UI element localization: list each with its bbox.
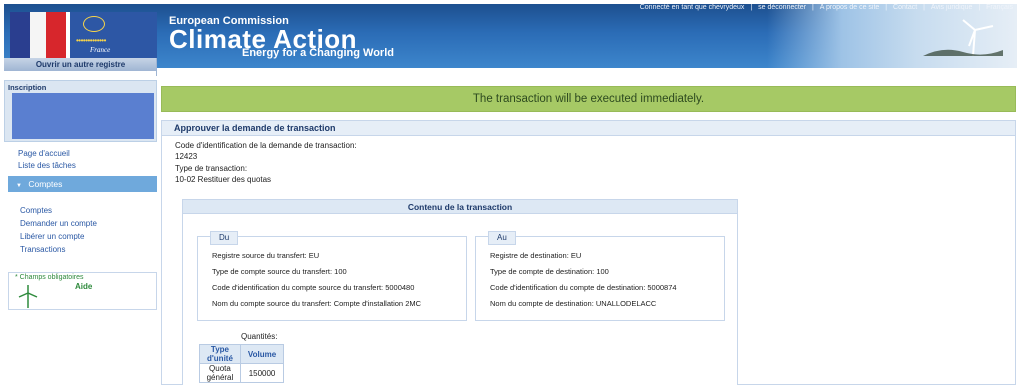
source-tag: Du — [210, 231, 239, 245]
separator: | — [885, 4, 888, 11]
login-info-box: Inscription — [4, 80, 157, 142]
volume-cell: 150000 — [239, 363, 285, 383]
volume-header: Volume — [239, 344, 285, 364]
nav-request-account-link[interactable]: Demander un compte — [4, 217, 157, 230]
nav-home-link[interactable]: Page d'accueil — [4, 148, 157, 160]
unit-type-header: Type d'unité — [199, 344, 241, 364]
nav-transactions-link[interactable]: Transactions — [4, 243, 157, 256]
table-row: Quota général 150000 — [199, 363, 285, 383]
main-content: The transaction will be executed immedia… — [160, 62, 1017, 385]
panel-title: Approuver la demande de transaction — [162, 121, 1015, 136]
source-account-name: Nom du compte source du transfert: Compt… — [212, 299, 422, 308]
comptes-section-toggle[interactable]: ▼ Comptes — [8, 176, 157, 192]
separator: | — [750, 4, 753, 11]
destination-party-box: Au Registre de destination: EU Type de c… — [475, 231, 725, 321]
accounts-nav: Comptes Demander un compte Libérer un co… — [4, 204, 157, 256]
nav-release-account-link[interactable]: Libérer un compte — [4, 230, 157, 243]
separator: | — [811, 4, 814, 11]
contact-link[interactable]: Contact — [893, 4, 917, 11]
info-banner: The transaction will be executed immedia… — [161, 86, 1016, 112]
source-account-type: Type de compte source du transfert: 100 — [212, 267, 347, 276]
wind-turbine-icon — [18, 285, 38, 308]
sidebar: Inscription Page d'accueil Liste des tâc… — [4, 76, 157, 385]
destination-tag: Au — [488, 231, 516, 245]
comptes-section-label: Comptes — [28, 179, 63, 189]
help-box: * Champs obligatoires Aide — [8, 272, 157, 310]
quantities-table: Type d'unité Volume Quota général 150000 — [199, 344, 285, 383]
quantities-label: Quantités: — [241, 332, 278, 341]
main-nav: Page d'accueil Liste des tâches — [4, 148, 157, 172]
legal-notice-link[interactable]: Avis juridique — [931, 4, 973, 11]
open-other-register-button[interactable]: Ouvrir un autre registre — [4, 58, 157, 71]
separator: | — [978, 4, 981, 11]
country-label: France — [90, 46, 111, 54]
language-link[interactable]: Français — [986, 4, 1013, 11]
unit-type-cell: Quota général — [199, 363, 241, 383]
country-flag-logo: ••••••••••••• France — [10, 12, 157, 58]
request-id-label: Code d'identification de la demande de t… — [175, 141, 357, 150]
destination-account-id: Code d'identification du compte de desti… — [490, 283, 677, 292]
transaction-type-value: 10-02 Restituer des quotas — [175, 175, 272, 184]
request-id-value: 12423 — [175, 152, 198, 161]
separator: | — [923, 4, 925, 11]
transaction-type-label: Type de transaction: — [175, 164, 248, 173]
app-tagline: Energy for a Changing World — [242, 47, 394, 59]
destination-registry: Registre de destination: EU — [490, 251, 582, 260]
windmill-illustration-icon — [923, 19, 1003, 56]
source-registry: Registre source du transfert: EU — [212, 251, 320, 260]
top-links-bar: Connecté en tant que chevrydeux | se déc… — [638, 4, 1015, 11]
about-link[interactable]: A propos de ce site — [820, 4, 880, 11]
logged-in-status: Connecté en tant que chevrydeux — [639, 4, 745, 11]
content-box-title: Contenu de la transaction — [183, 200, 737, 214]
approve-transaction-panel: Approuver la demande de transaction Code… — [161, 120, 1016, 385]
destination-account-name: Nom du compte de destination: UNALLODELA… — [490, 299, 657, 308]
help-link[interactable]: Aide — [75, 282, 92, 291]
required-fields-note: * Champs obligatoires — [15, 274, 84, 281]
source-party-box: Du Registre source du transfert: EU Type… — [197, 231, 467, 321]
login-box-title: Inscription — [8, 83, 47, 92]
logout-link[interactable]: se déconnecter — [758, 4, 806, 11]
nav-accounts-link[interactable]: Comptes — [4, 204, 157, 217]
redacted-user-info — [12, 93, 154, 139]
transaction-content-box: Contenu de la transaction Du Registre so… — [182, 199, 738, 385]
destination-account-type: Type de compte de destination: 100 — [490, 267, 609, 276]
chevron-down-icon: ▼ — [16, 183, 22, 189]
source-account-id: Code d'identification du compte source d… — [212, 283, 415, 292]
nav-task-list-link[interactable]: Liste des tâches — [4, 160, 157, 172]
eu-flag-icon — [70, 12, 157, 58]
